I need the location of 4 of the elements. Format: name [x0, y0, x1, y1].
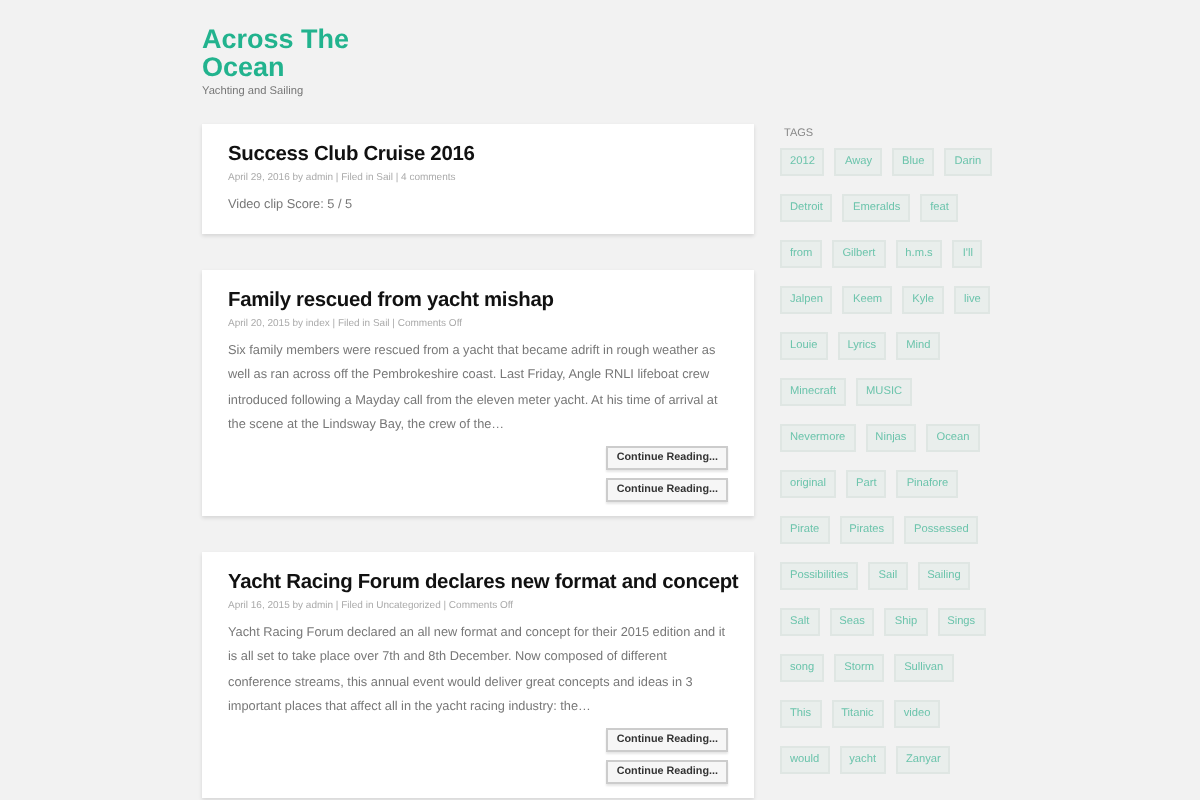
- post-title[interactable]: Success Club Cruise 2016: [228, 142, 475, 168]
- post-title[interactable]: Family rescued from yacht mishap: [228, 287, 554, 313]
- site-title[interactable]: Across The Ocean: [202, 26, 382, 82]
- post-title[interactable]: Yacht Racing Forum declares new format and concept: [228, 569, 739, 595]
